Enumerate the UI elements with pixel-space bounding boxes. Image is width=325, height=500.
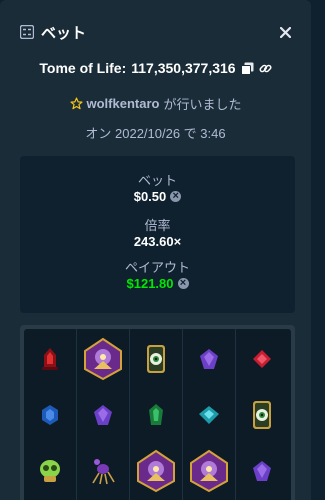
- link-icon[interactable]: [259, 62, 272, 75]
- purple-spider-symbol: [77, 443, 129, 499]
- bet-date: オン 2022/10/26 で 3:46: [85, 126, 226, 141]
- currency-icon: [177, 275, 189, 292]
- green-gem-icon: [149, 404, 163, 425]
- wizard-king-icon: [190, 449, 228, 493]
- multiplier-stat: 倍率 243.60×: [20, 218, 295, 250]
- blue-gem-icon: [42, 405, 58, 425]
- wizard-king-symbol: [183, 443, 235, 499]
- blue-gem-symbol: [24, 387, 76, 443]
- purple-gem-symbol: [183, 331, 235, 387]
- reel-divider: [129, 329, 130, 500]
- game-id: 117,350,377,316: [131, 60, 236, 76]
- currency-icon: [170, 188, 182, 205]
- bet-label: ベット: [137, 173, 177, 188]
- user-suffix: が行いました: [163, 97, 242, 112]
- reel-divider: [235, 329, 236, 500]
- cyan-gem-icon: [199, 406, 219, 424]
- close-icon: [279, 26, 291, 38]
- username-link[interactable]: wolfkentaro: [87, 96, 160, 111]
- purple-gem-symbol: [236, 443, 288, 499]
- purple-gem-symbol: [77, 387, 129, 443]
- bet-modal: ベット Tome of Life: 117,350,377,316 wolfke…: [0, 0, 311, 500]
- payout-value: $121.80: [126, 276, 174, 291]
- reel-divider: [182, 329, 183, 500]
- red-lantern-icon: [42, 348, 58, 370]
- golden-eye-symbol: [130, 331, 182, 387]
- purple-gem-icon: [253, 461, 271, 481]
- modal-header: ベット: [20, 20, 295, 44]
- star-icon: [69, 97, 83, 110]
- purple-gem-icon: [200, 349, 218, 369]
- purple-spider-icon: [92, 459, 115, 485]
- red-lantern-symbol: [24, 331, 76, 387]
- bet-value-row: $0.50: [20, 188, 295, 205]
- multiplier-value: 243.60×: [133, 234, 182, 249]
- wizard-king-symbol: [77, 331, 129, 387]
- user-line: wolfkentaro が行いました: [0, 94, 311, 113]
- green-gem-symbol: [130, 387, 182, 443]
- red-gem-icon: [253, 350, 271, 368]
- wizard-king-icon: [84, 337, 122, 381]
- close-button[interactable]: [275, 22, 295, 42]
- purple-gem-icon: [94, 405, 112, 425]
- game-name[interactable]: Tome of Life:: [39, 60, 126, 76]
- wizard-king-symbol: [130, 443, 182, 499]
- golden-eye-icon: [253, 401, 271, 429]
- scrollbar-track[interactable]: [311, 0, 325, 500]
- modal-title: ベット: [41, 24, 87, 42]
- golden-eye-icon: [147, 345, 165, 373]
- cyan-gem-symbol: [183, 387, 235, 443]
- payout-stat: ペイアウト $121.80: [20, 260, 295, 292]
- payout-label: ペイアウト: [124, 260, 190, 275]
- green-skull-symbol: [24, 443, 76, 499]
- bet-slip-icon: [20, 25, 34, 39]
- golden-eye-symbol: [236, 387, 288, 443]
- payout-value-row: $121.80: [20, 275, 295, 292]
- copy-icon[interactable]: [240, 62, 254, 75]
- stats-panel: ベット $0.50 倍率 243.60× ペイアウト $121.80: [20, 156, 295, 313]
- reel-divider: [76, 329, 77, 500]
- game-id-line: Tome of Life: 117,350,377,316: [0, 60, 311, 76]
- green-skull-icon: [40, 460, 60, 482]
- red-gem-symbol: [236, 331, 288, 387]
- multiplier-label: 倍率: [144, 218, 171, 233]
- slot-reels: [24, 329, 291, 500]
- bet-stat: ベット $0.50: [20, 173, 295, 205]
- slot-board: [20, 325, 295, 500]
- multiplier-value-row: 243.60×: [20, 233, 295, 250]
- bet-value: $0.50: [133, 189, 167, 204]
- wizard-king-icon: [137, 449, 175, 493]
